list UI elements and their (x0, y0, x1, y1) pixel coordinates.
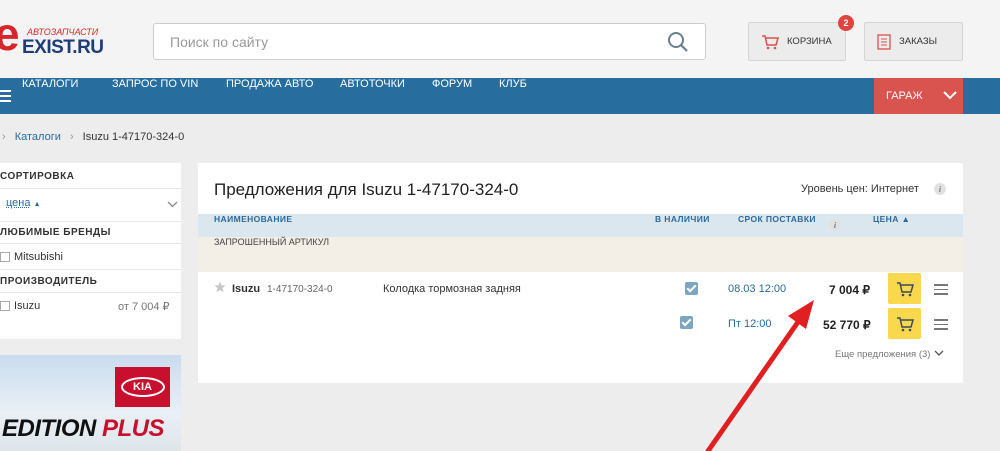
manufacturer-heading: ПРОИЗВОДИТЕЛЬ (0, 276, 98, 287)
chevron-down-icon[interactable] (934, 350, 944, 357)
sort-heading: СОРТИРОВКА (0, 171, 75, 182)
offer-price: 7 004 ₽ (829, 283, 870, 297)
chevron-down-icon (943, 91, 957, 100)
cart-count-badge: 2 (838, 15, 854, 31)
breadcrumb-separator: › (2, 131, 6, 143)
banner-text-b: PLUS (102, 415, 165, 442)
section-title: ЗАПРОШЕННЫЙ АРТИКУЛ (214, 237, 330, 247)
banner-headline: EDITION PLUS (2, 415, 165, 443)
price-level: Уровень цен: Интернет (801, 183, 919, 195)
nav-item-autopoints[interactable]: АВТОТОЧКИ (340, 78, 405, 114)
nav-item-club[interactable]: КЛУБ (499, 78, 527, 114)
offers-panel: Предложения для Isuzu 1-47170-324-0 Уров… (198, 163, 963, 383)
table-header: НАИМЕНОВАНИЕ В НАЛИЧИИ СРОК ПОСТАВКИ i Ц… (198, 214, 963, 237)
page-title: Предложения для Isuzu 1-47170-324-0 (214, 180, 519, 199)
nav-item-catalogs[interactable]: КАТАЛОГИ (22, 78, 78, 114)
site-header: e АВТОЗАПЧАСТИ EXIST.RU КОРЗИНА 2 ЗАКАЗЫ (0, 0, 1000, 78)
offer-price: 52 770 ₽ (823, 318, 871, 332)
info-icon[interactable]: i (829, 219, 841, 231)
menu-icon[interactable] (0, 90, 11, 102)
manufacturer-min-price: от 7 004 ₽ (118, 301, 170, 313)
orders-icon (877, 33, 891, 50)
in-stock-checkbox (685, 282, 698, 295)
favorite-brands-heading: ЛЮБИМЫЕ БРЕНДЫ (0, 227, 111, 238)
column-stock: В НАЛИЧИИ (655, 214, 710, 224)
add-to-cart-button[interactable] (888, 273, 921, 304)
search-icon[interactable] (667, 31, 689, 53)
add-to-cart-button[interactable] (888, 308, 921, 339)
logo-tagline: АВТОЗАПЧАСТИ (27, 27, 99, 37)
divider (0, 188, 181, 189)
search-input[interactable] (154, 24, 634, 59)
breadcrumb-catalogs[interactable]: Каталоги (15, 131, 61, 143)
logo-letter: e (0, 8, 20, 60)
delivery-date: 08.03 12:00 (728, 283, 787, 295)
column-price[interactable]: ЦЕНА ▲ (873, 214, 910, 224)
column-name: НАИМЕНОВАНИЕ (214, 214, 293, 224)
cart-icon (896, 316, 914, 331)
site-logo[interactable]: e АВТОЗАПЧАСТИ EXIST.RU (0, 8, 110, 60)
column-delivery[interactable]: СРОК ПОСТАВКИ (738, 214, 816, 224)
more-offers-link[interactable]: Еще предложения (3) (835, 349, 930, 360)
breadcrumb-current: Isuzu 1-47170-324-0 (82, 131, 185, 143)
orders-button[interactable]: ЗАКАЗЫ (864, 22, 963, 61)
sort-direction-icon: ▲ (33, 201, 41, 208)
divider (0, 243, 181, 244)
divider (0, 221, 181, 222)
kia-logo: KIA (115, 367, 170, 407)
section-header: ЗАПРОШЕННЫЙ АРТИКУЛ (198, 237, 963, 271)
divider (198, 271, 963, 272)
nav-item-vin-request[interactable]: ЗАПРОС ПО VIN (112, 78, 198, 114)
divider (0, 292, 181, 293)
cart-icon (762, 34, 779, 49)
garage-button[interactable]: ГАРАЖ (874, 78, 963, 114)
info-icon[interactable]: i (934, 183, 946, 195)
nav-item-car-sale[interactable]: ПРОДАЖА АВТО (226, 78, 313, 114)
cart-icon (896, 281, 914, 296)
filter-sidebar: СОРТИРОВКА цена ▲ ЛЮБИМЫЕ БРЕНДЫ Mitsubi… (0, 163, 181, 339)
logo-text: EXIST.RU (22, 37, 104, 58)
manufacturer-checkbox[interactable] (0, 301, 10, 311)
sort-value: цена (6, 197, 31, 209)
offer-description: Колодка тормозная задняя (383, 283, 521, 295)
breadcrumb: › Каталоги › Isuzu 1-47170-324-0 (2, 131, 190, 143)
main-nav: КАТАЛОГИ ЗАПРОС ПО VIN ПРОДАЖА АВТО АВТО… (0, 78, 1000, 114)
cart-label: КОРЗИНА (787, 36, 832, 47)
ad-banner[interactable]: KIA EDITION PLUS (0, 355, 181, 451)
garage-label: ГАРАЖ (886, 90, 923, 102)
star-icon[interactable] (214, 281, 226, 293)
search-box (153, 23, 706, 60)
breadcrumb-separator: › (69, 131, 74, 143)
divider (0, 269, 181, 270)
annotation-arrow (705, 300, 814, 451)
banner-text-a: EDITION (2, 415, 96, 442)
details-menu-icon[interactable] (934, 319, 948, 333)
sort-select[interactable]: цена ▲ (6, 197, 41, 209)
details-menu-icon[interactable] (934, 284, 948, 298)
offer-article: 1-47170-324-0 (267, 284, 333, 295)
cart-button[interactable]: КОРЗИНА (748, 22, 846, 61)
nav-item-forum[interactable]: ФОРУМ (432, 78, 472, 114)
kia-logo-text: KIA (120, 377, 165, 397)
brand-label: Mitsubishi (14, 251, 63, 263)
orders-label: ЗАКАЗЫ (899, 36, 937, 47)
chevron-down-icon[interactable] (167, 201, 178, 208)
brand-checkbox[interactable] (0, 252, 10, 262)
manufacturer-label: Isuzu (14, 300, 41, 312)
offer-brand[interactable]: Isuzu (232, 283, 260, 295)
